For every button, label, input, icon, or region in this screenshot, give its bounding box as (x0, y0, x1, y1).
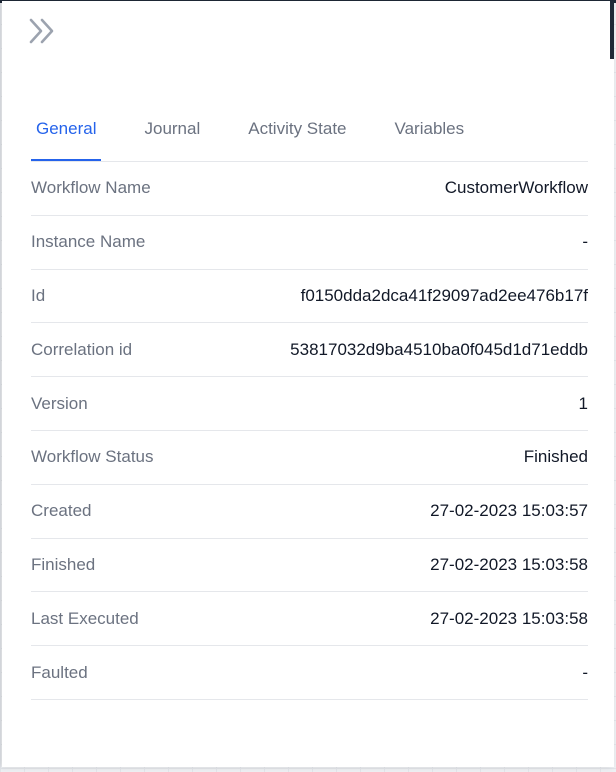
property-value: 1 (578, 393, 588, 413)
row-workflow-name: Workflow Name CustomerWorkflow (31, 162, 588, 216)
property-value: - (582, 662, 588, 682)
collapse-panel-button[interactable] (24, 13, 60, 49)
tab-variables[interactable]: Variables (390, 105, 470, 160)
tab-bar: General Journal Activity State Variables (31, 105, 588, 162)
property-value: CustomerWorkflow (444, 178, 588, 198)
header-edge (610, 1, 614, 59)
property-label: Finished (31, 554, 96, 574)
property-value: 27-02-2023 15:03:58 (430, 608, 588, 628)
property-value: 27-02-2023 15:03:57 (430, 501, 588, 521)
chevron-double-right-icon (29, 18, 54, 44)
row-instance-name: Instance Name - (31, 216, 588, 270)
property-label: Id (31, 285, 46, 305)
property-label: Workflow Status (31, 447, 154, 467)
property-label: Workflow Name (31, 178, 151, 198)
row-correlation-id: Correlation id 53817032d9ba4510ba0f045d1… (31, 323, 588, 378)
property-label: Version (31, 393, 88, 413)
row-created: Created 27-02-2023 15:03:57 (31, 485, 588, 539)
row-workflow-status: Workflow Status Finished (31, 431, 588, 485)
property-label: Correlation id (31, 339, 133, 359)
row-last-executed: Last Executed 27-02-2023 15:03:58 (31, 592, 588, 647)
tab-journal[interactable]: Journal (139, 105, 205, 160)
property-value: Finished (523, 447, 588, 467)
property-label: Created (31, 501, 92, 521)
row-version: Version 1 (31, 377, 588, 431)
property-label: Instance Name (31, 232, 146, 252)
general-properties-list: Workflow Name CustomerWorkflow Instance … (31, 162, 588, 700)
property-value: - (582, 232, 588, 252)
panel-header (2, 1, 614, 61)
property-value: f0150dda2dca41f29097ad2ee476b17f (300, 285, 588, 305)
property-label: Last Executed (31, 608, 139, 628)
row-finished: Finished 27-02-2023 15:03:58 (31, 539, 588, 593)
row-faulted: Faulted - (31, 646, 588, 700)
tab-activity-state[interactable]: Activity State (243, 105, 351, 160)
tab-general[interactable]: General (31, 105, 102, 161)
workflow-instance-panel: General Journal Activity State Variables… (2, 1, 614, 767)
property-value: 53817032d9ba4510ba0f045d1d71eddb (290, 339, 588, 359)
property-label: Faulted (31, 662, 88, 682)
row-id: Id f0150dda2dca41f29097ad2ee476b17f (31, 270, 588, 324)
property-value: 27-02-2023 15:03:58 (430, 554, 588, 574)
